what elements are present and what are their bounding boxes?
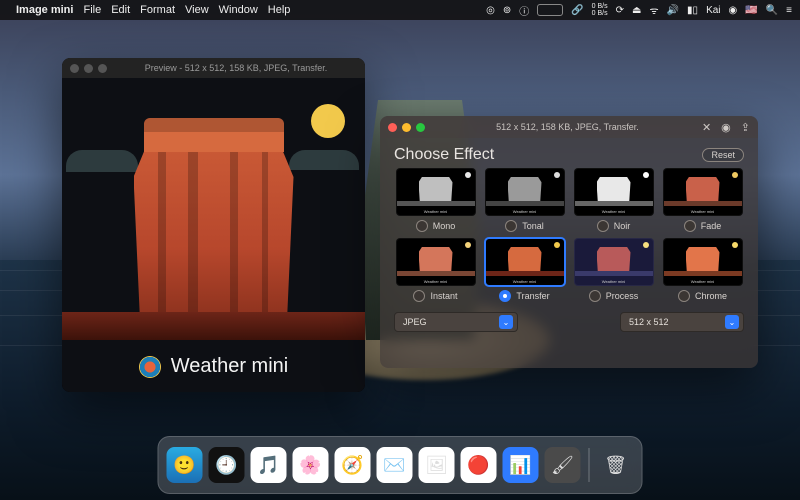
status-link-icon[interactable]: 🔗 — [571, 5, 583, 16]
radio-icon[interactable] — [499, 290, 511, 302]
traffic-min-icon[interactable] — [402, 123, 411, 132]
effect-label[interactable]: Chrome — [678, 290, 727, 302]
effect-thumbnail[interactable]: Weather mini — [485, 168, 565, 216]
effect-mono[interactable]: Weather mini Mono — [394, 168, 477, 232]
radio-icon[interactable] — [413, 290, 425, 302]
menu-format[interactable]: Format — [140, 4, 175, 16]
artwork-butte — [124, 118, 304, 318]
menubar: Image mini File Edit Format View Window … — [0, 0, 800, 20]
status-wifi-icon[interactable]: ᯤ — [649, 3, 658, 17]
menu-window[interactable]: Window — [219, 4, 258, 16]
effect-transfer[interactable]: Weather mini Transfer — [483, 238, 566, 302]
menu-edit[interactable]: Edit — [111, 4, 130, 16]
preview-titlebar[interactable]: Preview - 512 x 512, 158 KB, JPEG, Trans… — [62, 58, 365, 78]
traffic-zoom-icon[interactable] — [416, 123, 425, 132]
menu-view[interactable]: View — [185, 4, 209, 16]
traffic-close-icon[interactable] — [70, 64, 79, 73]
panel-heading: Choose Effect Reset — [394, 146, 744, 164]
chevron-updown-icon: ⌄ — [725, 315, 739, 329]
traffic-min-icon[interactable] — [84, 64, 93, 73]
reset-button[interactable]: Reset — [702, 148, 744, 162]
effect-thumbnail[interactable]: Weather mini — [574, 168, 654, 216]
dock: 🙂🕘🎵🌸🧭✉️🖼🔴📊🖌 🗑 — [158, 436, 643, 494]
dock-music[interactable]: 🎵 — [251, 447, 287, 483]
chevron-updown-icon: ⌄ — [499, 315, 513, 329]
dock-photos[interactable]: 🌸 — [293, 447, 329, 483]
effects-grid: Weather miniMonoWeather miniTonalWeather… — [394, 168, 744, 302]
artwork-caption: Weather mini — [62, 355, 365, 378]
effect-tonal[interactable]: Weather mini Tonal — [483, 168, 566, 232]
preview-image: Weather mini — [62, 78, 365, 392]
status-eject-icon[interactable]: ⏏ — [632, 5, 641, 16]
status-sync-icon[interactable]: ⟳ — [616, 5, 624, 16]
radio-icon[interactable] — [597, 220, 609, 232]
status-info-icon[interactable]: ⓘ — [519, 3, 529, 18]
status-battery-icon[interactable]: ▮▯ — [687, 5, 698, 16]
dock-clock[interactable]: 🕘 — [209, 447, 245, 483]
effect-label[interactable]: Noir — [597, 220, 631, 232]
dock-equalizer[interactable]: 📊 — [503, 447, 539, 483]
effect-fade[interactable]: Weather mini Fade — [661, 168, 744, 232]
status-box[interactable] — [537, 4, 563, 16]
dock-safari[interactable]: 🧭 — [335, 447, 371, 483]
effects-title: 512 x 512, 158 KB, JPEG, Transfer. — [433, 122, 702, 132]
status-siri-icon[interactable]: ◉ — [729, 5, 738, 16]
effect-thumbnail[interactable]: Weather mini — [574, 238, 654, 286]
radio-icon[interactable] — [678, 290, 690, 302]
weather-mini-logo-icon — [139, 356, 161, 378]
close-icon[interactable]: ✕ — [702, 121, 711, 134]
effect-chrome[interactable]: Weather mini Chrome — [661, 238, 744, 302]
effect-thumbnail[interactable]: Weather mini — [663, 168, 743, 216]
dock-image-mini[interactable]: 🖌 — [545, 447, 581, 483]
effects-window: 512 x 512, 158 KB, JPEG, Transfer. ✕ ◉ ⇪… — [380, 116, 758, 368]
effect-label[interactable]: Process — [589, 290, 639, 302]
dock-mail[interactable]: ✉️ — [377, 447, 413, 483]
format-select[interactable]: JPEG ⌄ — [394, 312, 518, 332]
effect-thumbnail[interactable]: Weather mini — [396, 238, 476, 286]
status-flag-icon[interactable]: 🇺🇸 — [745, 5, 757, 16]
effect-noir[interactable]: Weather mini Noir — [572, 168, 655, 232]
effect-label[interactable]: Transfer — [499, 290, 549, 302]
status-target-icon[interactable]: ⊚ — [503, 5, 511, 16]
size-select[interactable]: 512 x 512 ⌄ — [620, 312, 744, 332]
radio-icon[interactable] — [589, 290, 601, 302]
effect-thumbnail[interactable]: Weather mini — [663, 238, 743, 286]
effect-thumbnail[interactable]: Weather mini — [396, 168, 476, 216]
dock-preview[interactable]: 🖼 — [419, 447, 455, 483]
dock-separator — [589, 448, 590, 482]
effect-label[interactable]: Mono — [416, 220, 456, 232]
preview-window: Preview - 512 x 512, 158 KB, JPEG, Trans… — [62, 58, 365, 392]
dock-trash[interactable]: 🗑 — [598, 447, 634, 483]
radio-icon[interactable] — [416, 220, 428, 232]
effect-label[interactable]: Instant — [413, 290, 457, 302]
eye-icon[interactable]: ◉ — [721, 121, 731, 134]
status-net-up: 0 B/s0 B/s — [592, 3, 608, 17]
app-menu[interactable]: Image mini — [16, 4, 73, 16]
radio-icon[interactable] — [505, 220, 517, 232]
traffic-close-icon[interactable] — [388, 123, 397, 132]
traffic-zoom-icon[interactable] — [98, 64, 107, 73]
effect-process[interactable]: Weather mini Process — [572, 238, 655, 302]
effect-thumbnail[interactable]: Weather mini — [485, 238, 565, 286]
status-eye-icon[interactable]: ◎ — [486, 5, 495, 16]
effects-titlebar[interactable]: 512 x 512, 158 KB, JPEG, Transfer. ✕ ◉ ⇪ — [380, 116, 758, 138]
artwork-moon-icon — [311, 104, 345, 138]
status-volume-icon[interactable]: 🔊 — [667, 5, 679, 16]
menu-file[interactable]: File — [83, 4, 101, 16]
effect-label[interactable]: Fade — [684, 220, 722, 232]
status-menu-icon[interactable]: ≡ — [786, 5, 792, 16]
dock-record[interactable]: 🔴 — [461, 447, 497, 483]
status-spotlight-icon[interactable]: 🔍 — [766, 5, 778, 16]
preview-title: Preview - 512 x 512, 158 KB, JPEG, Trans… — [115, 63, 357, 73]
dock-finder[interactable]: 🙂 — [167, 447, 203, 483]
share-icon[interactable]: ⇪ — [741, 121, 750, 134]
status-user[interactable]: Kai — [706, 5, 720, 16]
effect-label[interactable]: Tonal — [505, 220, 544, 232]
radio-icon[interactable] — [684, 220, 696, 232]
menu-help[interactable]: Help — [268, 4, 291, 16]
effect-instant[interactable]: Weather mini Instant — [394, 238, 477, 302]
